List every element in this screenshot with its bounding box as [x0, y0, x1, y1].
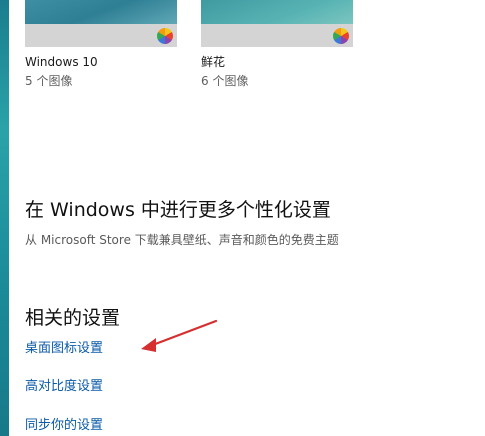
theme-card-windows-10[interactable]: Windows 10 5 个图像 [25, 0, 177, 89]
desktop-wallpaper-edge [0, 0, 9, 436]
theme-image-count: 6 个图像 [201, 74, 249, 88]
color-palette-icon [157, 28, 173, 44]
theme-thumbnail[interactable] [25, 0, 177, 24]
more-personalization-title: 在 Windows 中进行更多个性化设置 [25, 199, 331, 221]
theme-color-bar [201, 24, 353, 47]
theme-name: Windows 10 [25, 55, 98, 69]
color-palette-icon [333, 28, 349, 44]
more-personalization-store-link[interactable]: 从 Microsoft Store 下载兼具壁纸、声音和颜色的免费主题 [25, 232, 339, 248]
sync-settings-link[interactable]: 同步你的设置 [25, 417, 103, 435]
theme-color-bar [25, 24, 177, 47]
related-settings-title: 相关的设置 [25, 307, 121, 329]
theme-name: 鲜花 [201, 55, 226, 69]
theme-image-count: 5 个图像 [25, 74, 73, 88]
theme-thumbnail[interactable] [201, 0, 353, 24]
high-contrast-settings-link[interactable]: 高对比度设置 [25, 378, 103, 396]
desktop-icon-settings-link[interactable]: 桌面图标设置 [25, 340, 103, 358]
theme-card-flowers[interactable]: 鲜花 6 个图像 [201, 0, 353, 89]
